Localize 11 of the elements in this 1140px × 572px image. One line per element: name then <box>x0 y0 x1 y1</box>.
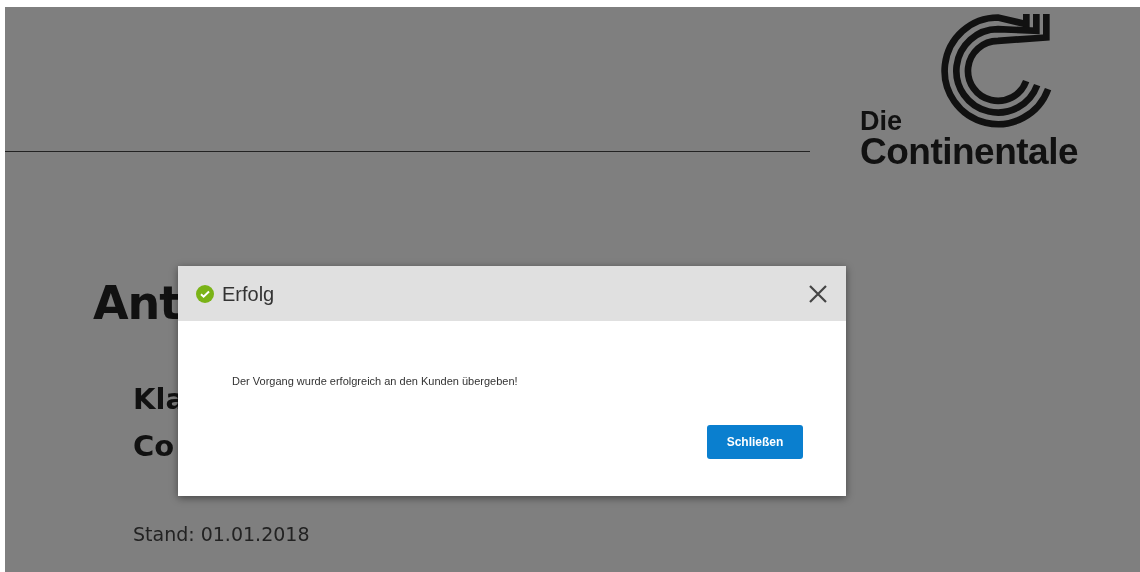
logo-text: Continentale <box>860 133 1079 170</box>
dialog-title: Erfolg <box>222 281 275 307</box>
close-button[interactable]: Schließen <box>707 424 803 459</box>
check-circle-icon <box>196 284 214 303</box>
close-icon[interactable] <box>808 283 828 304</box>
page-heading: Ant <box>93 280 181 326</box>
date-text: Stand: 01.01.2018 <box>133 522 310 547</box>
dialog-message: Der Vorgang wurde erfolgreich an den Kunden übergeben! <box>232 374 519 389</box>
page-subheading: Co <box>133 428 175 465</box>
logo-icon <box>941 14 1052 128</box>
logo-text: Die <box>860 108 903 135</box>
